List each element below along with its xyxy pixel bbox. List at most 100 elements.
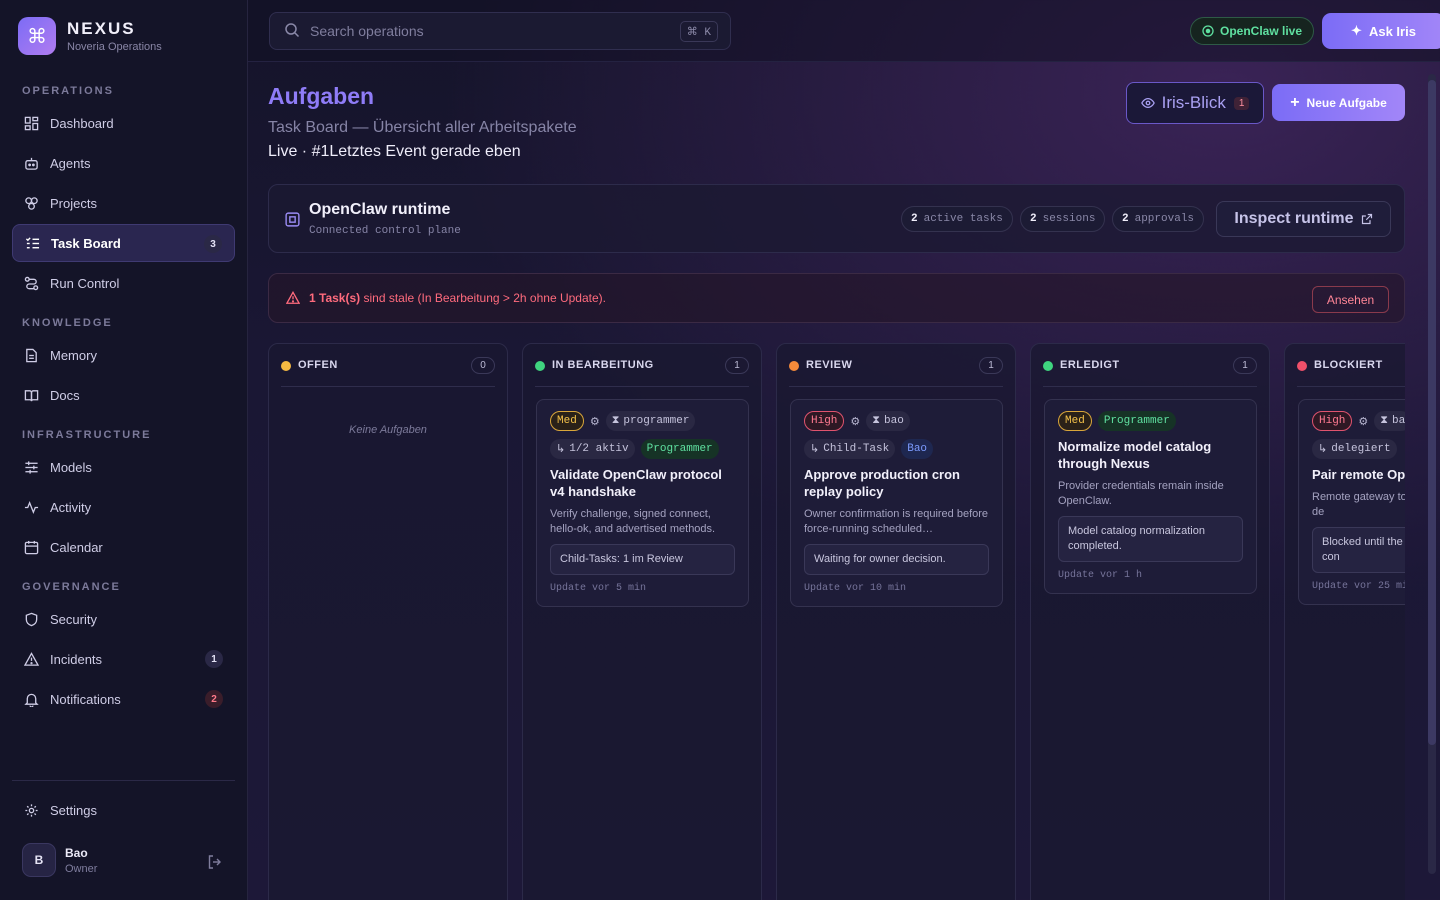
- live-event-line: Live · #1Letztes Event gerade eben: [268, 143, 521, 160]
- task-card[interactable]: Med ⚙ ⧗ programmer ↳ 1/2 aktiv Programmer …: [536, 399, 749, 607]
- sidebar-item-notifications[interactable]: Notifications 2: [12, 680, 235, 718]
- column-title: BLOCKIERT: [1314, 359, 1383, 371]
- hourglass-icon: ⧗: [611, 415, 620, 427]
- sidebar-item-models[interactable]: Models: [12, 448, 235, 486]
- cpu-icon: [284, 211, 301, 233]
- status-dot: [1043, 361, 1053, 371]
- sidebar-item-memory[interactable]: Memory: [12, 336, 235, 374]
- sidebar-item-label: Notifications: [50, 691, 121, 707]
- sidebar-item-docs[interactable]: Docs: [12, 376, 235, 414]
- task-note: Waiting for owner decision.: [804, 544, 989, 575]
- subtask-text: Child-Task: [823, 443, 890, 455]
- new-task-button[interactable]: + Neue Aufgabe: [1272, 84, 1405, 121]
- brand[interactable]: ⌘ NEXUS Noveria Operations: [18, 17, 162, 55]
- task-updated: Update vor 25 mi: [1312, 581, 1405, 592]
- priority-badge: High: [804, 411, 845, 431]
- sidebar-item-activity[interactable]: Activity: [12, 488, 235, 526]
- ask-iris-button[interactable]: ✦ Ask Iris: [1322, 13, 1440, 49]
- sparkles-icon: ✦: [1351, 23, 1362, 38]
- shortcut-hint: ⌘ K: [679, 21, 718, 42]
- sidebar-item-calendar[interactable]: Calendar: [12, 528, 235, 566]
- sidebar-item-label: Run Control: [50, 275, 120, 291]
- sidebar-item-incidents[interactable]: Incidents 1: [12, 640, 235, 678]
- column-count: 1: [725, 357, 749, 374]
- column-done: ERLEDIGT 1 Med Programmer Normalize mode…: [1030, 343, 1270, 900]
- sidebar-item-label: Calendar: [50, 539, 103, 555]
- runtime-subtitle: Connected control plane: [309, 225, 461, 237]
- sessions-count: 2: [1030, 213, 1037, 225]
- hourglass-icon: ⧗: [1380, 415, 1389, 427]
- sidebar: ⌘ NEXUS Noveria Operations OPERATIONS Da…: [0, 0, 248, 900]
- search-box[interactable]: ⌘ K: [269, 12, 731, 50]
- column-header: OFFEN 0: [281, 357, 495, 387]
- approvals-chip: 2 approvals: [1112, 206, 1205, 232]
- sidebar-item-label: Settings: [50, 802, 97, 818]
- column-header: ERLEDIGT 1: [1043, 357, 1257, 387]
- sidebar-item-settings[interactable]: Settings: [12, 791, 235, 829]
- eye-icon: [1140, 96, 1155, 110]
- sidebar-item-task-board[interactable]: Task Board 3: [12, 224, 235, 262]
- subtask-badge: ↳ 1/2 aktiv: [550, 439, 635, 459]
- priority-badge: Med: [550, 411, 584, 431]
- task-updated: Update vor 10 min: [804, 583, 907, 594]
- task-note: Child-Tasks: 1 im Review: [550, 544, 735, 575]
- openclaw-live-status[interactable]: OpenClaw live: [1190, 17, 1315, 45]
- task-card[interactable]: High ⚙ ⧗ba ↳delegiert Pair remote Ope id…: [1298, 399, 1405, 605]
- alert-text: sind stale (In Bearbeitung > 2h ohne Upd…: [360, 291, 606, 305]
- kanban-board: OFFEN 0 Keine Aufgaben IN BEARBEITUNG 1 …: [268, 343, 1405, 900]
- agent-name: programmer: [623, 415, 690, 427]
- approvals-count: 2: [1122, 213, 1129, 225]
- role-badge: Programmer: [1097, 411, 1176, 431]
- task-count-badge: 3: [204, 235, 222, 253]
- sessions-label: sessions: [1042, 213, 1096, 225]
- brand-subtitle: Noveria Operations: [67, 41, 162, 53]
- task-card[interactable]: Med Programmer Normalize model catalog t…: [1044, 399, 1257, 594]
- section-operations: OPERATIONS: [22, 85, 114, 97]
- sidebar-item-run-control[interactable]: Run Control: [12, 264, 235, 302]
- agent-badge: ⧗ bao: [866, 411, 910, 431]
- sidebar-item-security[interactable]: Security: [12, 600, 235, 638]
- iris-view-button[interactable]: Iris-Blick 1: [1126, 82, 1264, 124]
- inspect-runtime-label: Inspect runtime: [1234, 210, 1354, 227]
- column-count: 0: [471, 357, 495, 374]
- user-name: Bao: [65, 845, 88, 860]
- shield-icon: [23, 611, 39, 627]
- logout-icon[interactable]: [207, 854, 223, 875]
- section-infrastructure: INFRASTRUCTURE: [22, 429, 152, 441]
- scrollbar-thumb[interactable]: [1428, 80, 1436, 745]
- sidebar-item-label: Incidents: [50, 651, 103, 667]
- status-dot: [1297, 361, 1307, 371]
- task-card[interactable]: High ⚙ ⧗ bao ↳ Child-Task Bao Approve prod…: [790, 399, 1003, 607]
- alert-triangle-icon: [23, 651, 39, 667]
- column-count: 1: [1233, 357, 1257, 374]
- sessions-chip: 2 sessions: [1020, 206, 1106, 232]
- view-stale-button[interactable]: Ansehen: [1312, 286, 1389, 313]
- list-checks-icon: [24, 235, 40, 251]
- hourglass-icon: ⧗: [872, 415, 881, 427]
- alert-strong: 1 Task(s): [309, 291, 361, 305]
- search-input[interactable]: [310, 23, 650, 39]
- approvals-label: approvals: [1134, 213, 1195, 225]
- inspect-runtime-button[interactable]: Inspect runtime: [1216, 201, 1391, 237]
- user-profile[interactable]: B Bao Owner: [22, 843, 97, 877]
- stale-alert: 1 Task(s) sind stale (In Bearbeitung > 2…: [268, 273, 1405, 323]
- section-knowledge: KNOWLEDGE: [22, 317, 113, 329]
- sidebar-item-agents[interactable]: Agents: [12, 144, 235, 182]
- runtime-title: OpenClaw runtime: [309, 201, 451, 218]
- sidebar-item-projects[interactable]: Projects: [12, 184, 235, 222]
- sidebar-item-label: Models: [50, 459, 92, 475]
- column-count: 1: [979, 357, 1003, 374]
- sidebar-item-dashboard[interactable]: Dashboard: [12, 104, 235, 142]
- task-updated: Update vor 5 min: [550, 583, 647, 594]
- plus-icon: +: [1290, 93, 1300, 111]
- search-icon: [284, 22, 300, 41]
- notifications-badge: 2: [205, 690, 223, 708]
- column-header: REVIEW 1: [789, 357, 1003, 387]
- sliders-icon: [23, 459, 39, 475]
- boxes-icon: [23, 195, 39, 211]
- subtask-text: delegiert: [1331, 443, 1391, 455]
- task-note: Blocked until the r pairing flow is con: [1312, 527, 1405, 573]
- corner-arrow-icon: ↳: [810, 444, 820, 456]
- column-header: BLOCKIERT: [1297, 359, 1405, 387]
- active-tasks-label: active tasks: [923, 213, 1003, 225]
